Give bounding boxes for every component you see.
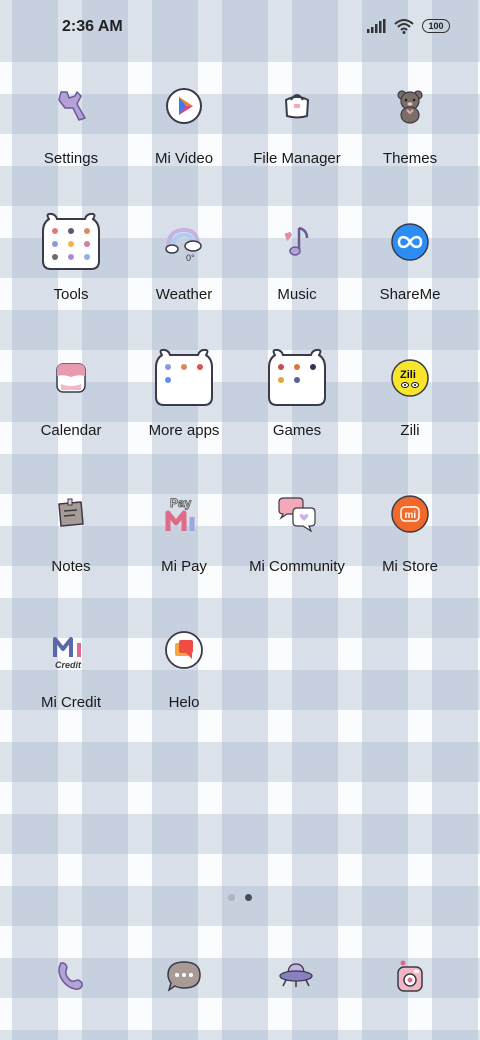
app-label: Mi Credit	[40, 694, 101, 711]
app-label: Calendar	[40, 422, 102, 439]
app-label: Mi Store	[382, 558, 438, 575]
app-label: Zili	[400, 422, 420, 439]
dock	[0, 948, 480, 1004]
zili-icon: Zili	[378, 346, 442, 410]
weather-temp: 0°	[186, 253, 195, 262]
app-mi-store[interactable]: mi Mi Store	[354, 482, 466, 592]
app-file-manager[interactable]: File Manager	[241, 74, 353, 184]
app-zili[interactable]: Zili Zili	[354, 346, 466, 456]
app-label: Music	[277, 286, 317, 303]
mi-pay-badge-text: Pay	[170, 496, 192, 510]
status-bar: 2:36 AM 100	[0, 0, 480, 56]
mi-store-icon: mi	[378, 482, 442, 546]
bear-icon	[378, 74, 442, 138]
music-note-icon	[265, 210, 329, 274]
app-label: Weather	[155, 286, 213, 303]
app-label: Mi Community	[249, 558, 345, 575]
mi-credit-badge-text: Credit	[55, 660, 82, 670]
app-label: ShareMe	[379, 286, 441, 303]
dock-messages[interactable]	[156, 948, 212, 1004]
app-helo[interactable]: Helo	[128, 618, 240, 728]
dock-phone[interactable]	[42, 948, 98, 1004]
app-mi-credit[interactable]: Credit Mi Credit	[15, 618, 127, 728]
folder-icon	[152, 346, 216, 410]
app-label: More apps	[148, 422, 220, 439]
bag-icon	[265, 74, 329, 138]
app-mi-community[interactable]: Mi Community	[241, 482, 353, 592]
page-dot[interactable]	[228, 894, 235, 901]
app-label: Mi Video	[154, 150, 214, 167]
calendar-icon	[39, 346, 103, 410]
app-mi-video[interactable]: Mi Video	[128, 74, 240, 184]
app-label: Mi Pay	[161, 558, 207, 575]
page-indicator	[0, 894, 480, 901]
app-label: Themes	[382, 150, 438, 167]
rainbow-icon: 0°	[152, 210, 216, 274]
app-tools[interactable]: Tools	[15, 210, 127, 320]
app-games[interactable]: Games	[241, 346, 353, 456]
mi-video-icon	[152, 74, 216, 138]
status-time: 2:36 AM	[62, 18, 123, 35]
mi-credit-icon: Credit	[39, 618, 103, 682]
app-more-apps[interactable]: More apps	[128, 346, 240, 456]
helo-icon	[152, 618, 216, 682]
app-mi-pay[interactable]: Pay Mi Pay	[128, 482, 240, 592]
app-weather[interactable]: 0° Weather	[128, 210, 240, 320]
battery-indicator: 100	[422, 19, 450, 33]
wrench-icon	[39, 74, 103, 138]
messages-icon	[167, 961, 201, 992]
app-label: Games	[272, 422, 322, 439]
folder-icon	[39, 210, 103, 274]
signal-icon	[367, 19, 386, 33]
app-label: Notes	[51, 558, 91, 575]
mi-pay-icon: Pay	[152, 482, 216, 546]
dock-browser[interactable]	[268, 948, 324, 1004]
phone-icon	[58, 962, 83, 990]
app-label: File Manager	[253, 150, 341, 167]
infinity-icon	[378, 210, 442, 274]
wifi-icon	[394, 19, 414, 34]
app-shareme[interactable]: ShareMe	[354, 210, 466, 320]
app-themes[interactable]: Themes	[354, 74, 466, 184]
app-settings[interactable]: Settings	[15, 74, 127, 184]
dock-camera[interactable]	[382, 948, 438, 1004]
app-label: Helo	[168, 694, 200, 711]
chat-bubbles-icon	[265, 482, 329, 546]
zili-badge-text: Zili	[400, 369, 416, 381]
app-label: Settings	[43, 150, 99, 167]
app-music[interactable]: Music	[241, 210, 353, 320]
app-calendar[interactable]: Calendar	[15, 346, 127, 456]
page-dot-active[interactable]	[245, 894, 252, 901]
mi-store-badge-text: mi	[405, 510, 417, 521]
app-label: Tools	[53, 286, 89, 303]
folder-icon	[265, 346, 329, 410]
notes-icon	[39, 482, 103, 546]
browser-ufo-icon	[279, 963, 313, 987]
status-icons: 100	[366, 18, 450, 34]
app-notes[interactable]: Notes	[15, 482, 127, 592]
camera-icon	[397, 960, 423, 992]
